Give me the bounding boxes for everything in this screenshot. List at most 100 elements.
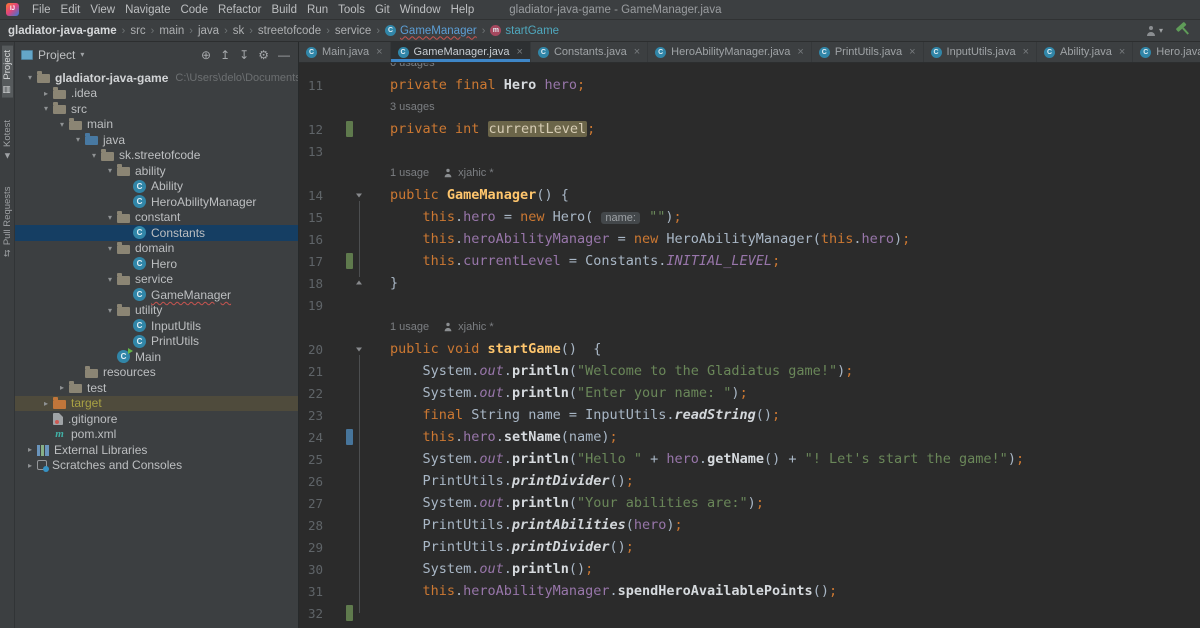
code-line[interactable]: System.out.println("Welcome to the Gladi… [390,363,853,379]
tree-item-constant[interactable]: ▾constant [15,210,298,226]
code-line[interactable]: this.hero.setName(name); [390,429,618,445]
close-icon[interactable]: × [797,46,803,58]
gutter[interactable]: 29 [299,536,390,558]
gutter[interactable]: 24 [299,426,390,448]
close-icon[interactable]: × [1119,46,1125,58]
gutter[interactable]: 13 [299,140,390,162]
gutter[interactable]: 30 [299,558,390,580]
code-line[interactable]: PrintUtils.printDivider(); [390,473,634,489]
code-line[interactable]: private int currentLevel; [390,121,595,137]
tab-main-java[interactable]: CMain.java× [299,42,391,62]
tree-item-domain[interactable]: ▾domain [15,241,298,257]
gutter[interactable]: 25 [299,448,390,470]
code-line[interactable]: System.out.println("Hello " + hero.getNa… [390,451,1024,467]
chevron-down-icon[interactable]: ▾ [103,306,117,315]
breadcrumb-item-streetofcode[interactable]: streetofcode [258,25,321,37]
code-line[interactable]: PrintUtils.printDivider(); [390,539,634,555]
chevron-right-icon[interactable]: ▸ [23,445,37,454]
tree-item-target[interactable]: ▸target [15,396,298,412]
toolwindow-button-pull-requests[interactable]: ⇵Pull Requests [2,183,13,261]
tab-constants-java[interactable]: CConstants.java× [531,42,648,62]
vcs-user-button[interactable]: ▾ [1146,26,1163,36]
gutter[interactable]: 21 [299,360,390,382]
tree-item-ability[interactable]: ▾ability [15,163,298,179]
tree-item-src[interactable]: ▾src [15,101,298,117]
menu-window[interactable]: Window [395,4,446,16]
tree-item-ability[interactable]: CAbility [15,179,298,195]
author-inlay[interactable]: xjahic * [443,321,493,333]
tree-item-gamemanager[interactable]: CGameManager [15,287,298,303]
menu-view[interactable]: View [85,4,120,16]
menu-help[interactable]: Help [446,4,480,16]
tab-gamemanager-java[interactable]: CGameManager.java× [391,42,531,62]
chevron-right-icon[interactable]: ▸ [55,383,69,392]
project-view-selector[interactable]: Project ▾ [21,48,84,62]
tree-item-pom-xml[interactable]: mpom.xml [15,427,298,443]
tree-item-inpututils[interactable]: CInputUtils [15,318,298,334]
chevron-right-icon[interactable]: ▸ [23,461,37,470]
menu-tools[interactable]: Tools [333,4,370,16]
code-line[interactable]: public void startGame() { [390,341,601,357]
tree-item-resources[interactable]: resources [15,365,298,381]
tree-item-java[interactable]: ▾java [15,132,298,148]
tree-item-scratches-and-consoles[interactable]: ▸Scratches and Consoles [15,458,298,474]
gutter[interactable]: 32 [299,602,390,624]
collapse-all-icon[interactable]: ↧ [239,49,249,61]
gutter[interactable]: 14 [299,184,390,206]
chevron-down-icon[interactable]: ▾ [55,120,69,129]
close-icon[interactable]: × [376,46,382,58]
toolwindow-button-kotest[interactable]: ◄Kotest [2,116,13,165]
breadcrumb-item-src[interactable]: src [130,25,145,37]
chevron-down-icon[interactable]: ▾ [103,244,117,253]
breadcrumb-item-service[interactable]: service [335,25,371,37]
gutter[interactable]: 15 [299,206,390,228]
tree-item-gitignore[interactable]: .gitignore [15,411,298,427]
menu-run[interactable]: Run [302,4,333,16]
chevron-down-icon[interactable]: ▾ [103,275,117,284]
fold-icon[interactable] [355,191,364,200]
locate-icon[interactable]: ⊕ [201,49,211,61]
tree-item-constants[interactable]: CConstants [15,225,298,241]
gutter[interactable]: 20 [299,338,390,360]
chevron-down-icon[interactable]: ▾ [87,151,101,160]
usages-inlay[interactable]: 1 usagexjahic * [299,162,1200,184]
chevron-right-icon[interactable]: ▸ [39,89,53,98]
tab-hero-java[interactable]: CHero.java× [1133,42,1200,62]
breadcrumb-item-startgame[interactable]: mstartGame [490,25,559,37]
code-line[interactable]: System.out.println("Your abilities are:"… [390,495,764,511]
close-icon[interactable]: × [1023,46,1029,58]
gutter[interactable]: 22 [299,382,390,404]
build-button[interactable] [1177,23,1190,39]
chevron-down-icon[interactable]: ▾ [23,73,37,82]
close-icon[interactable]: × [517,46,523,58]
gutter[interactable]: 31 [299,580,390,602]
tab-ability-java[interactable]: CAbility.java× [1037,42,1133,62]
gutter[interactable]: 17 [299,250,390,272]
toolwindow-button-project[interactable]: ▤Project [2,46,13,98]
editor[interactable]: CMain.java×CGameManager.java×CConstants.… [299,42,1200,628]
menu-navigate[interactable]: Navigate [120,4,175,16]
code-line[interactable]: this.heroAbilityManager = new HeroAbilit… [390,231,910,247]
fold-icon[interactable] [355,345,364,354]
menu-code[interactable]: Code [175,4,213,16]
code-line[interactable]: this.heroAbilityManager.spendHeroAvailab… [390,583,837,599]
gutter[interactable]: 23 [299,404,390,426]
gutter[interactable]: 11 [299,74,390,96]
tree-item-printutils[interactable]: CPrintUtils [15,334,298,350]
tab-heroabilitymanager-java[interactable]: CHeroAbilityManager.java× [648,42,812,62]
gutter[interactable]: 16 [299,228,390,250]
tab-inpututils-java[interactable]: CInputUtils.java× [924,42,1038,62]
tree-item-external-libraries[interactable]: ▸External Libraries [15,442,298,458]
code-line[interactable]: private final Hero hero; [390,77,585,93]
menu-file[interactable]: File [27,4,56,16]
code-line[interactable]: final String name = InputUtils.readStrin… [390,407,780,423]
chevron-down-icon[interactable]: ▾ [71,135,85,144]
settings-icon[interactable]: ⚙ [258,49,269,61]
tree-item-utility[interactable]: ▾utility [15,303,298,319]
breadcrumb-item-sk[interactable]: sk [233,25,245,37]
code-line[interactable]: System.out.println("Enter your name: "); [390,385,748,401]
tree-item-service[interactable]: ▾service [15,272,298,288]
chevron-down-icon[interactable]: ▾ [39,104,53,113]
tree-item-test[interactable]: ▸test [15,380,298,396]
breadcrumb-item-main[interactable]: main [159,25,184,37]
